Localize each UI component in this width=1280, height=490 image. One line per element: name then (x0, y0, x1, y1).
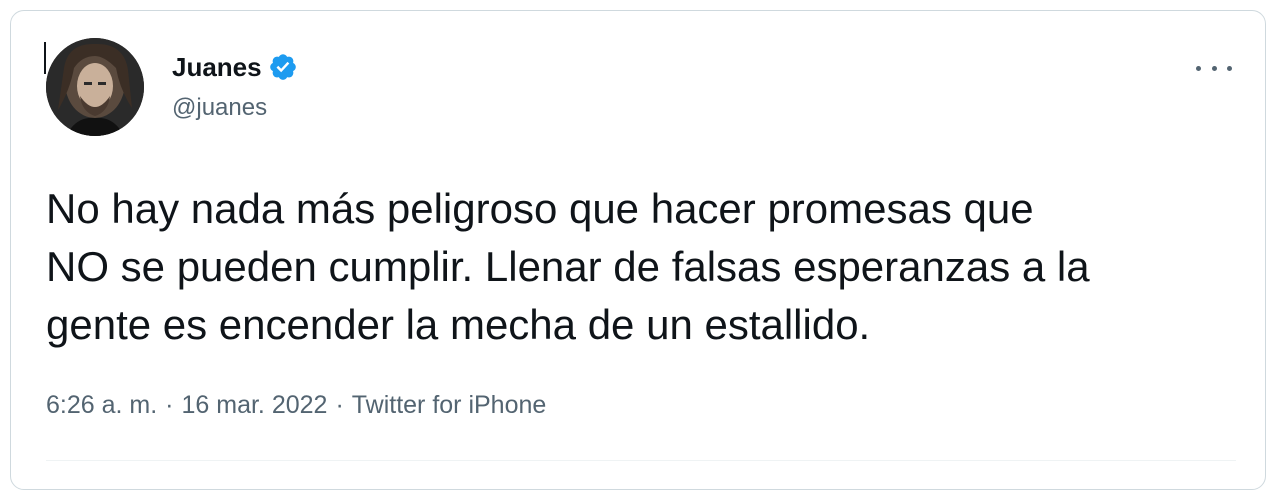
avatar-image (46, 38, 144, 136)
meta-separator: · (165, 391, 174, 419)
tweet-metadata: 6:26 a. m. · 16 mar. 2022 · Twitter for … (46, 391, 546, 420)
text-cursor (44, 42, 46, 74)
author-handle[interactable]: @juanes (172, 94, 267, 122)
meta-separator: · (335, 391, 344, 419)
tweet-source[interactable]: Twitter for iPhone (352, 391, 547, 420)
tweet-text-line: No hay nada más peligroso que hacer prom… (46, 185, 1034, 232)
tweet-text: No hay nada más peligroso que hacer prom… (46, 180, 1246, 354)
author-name-row[interactable]: Juanes (172, 50, 298, 84)
author-display-name[interactable]: Juanes (172, 52, 262, 83)
profile-avatar[interactable] (46, 38, 144, 136)
tweet-time[interactable]: 6:26 a. m. (46, 391, 157, 420)
divider (46, 460, 1236, 461)
tweet-text-line: gente es encender la mecha de un estalli… (46, 301, 871, 348)
more-horizontal-icon[interactable] (1196, 56, 1232, 80)
verified-badge-icon (268, 52, 298, 82)
tweet-date[interactable]: 16 mar. 2022 (182, 391, 328, 420)
tweet-text-line: NO se pueden cumplir. Llenar de falsas e… (46, 243, 1090, 290)
